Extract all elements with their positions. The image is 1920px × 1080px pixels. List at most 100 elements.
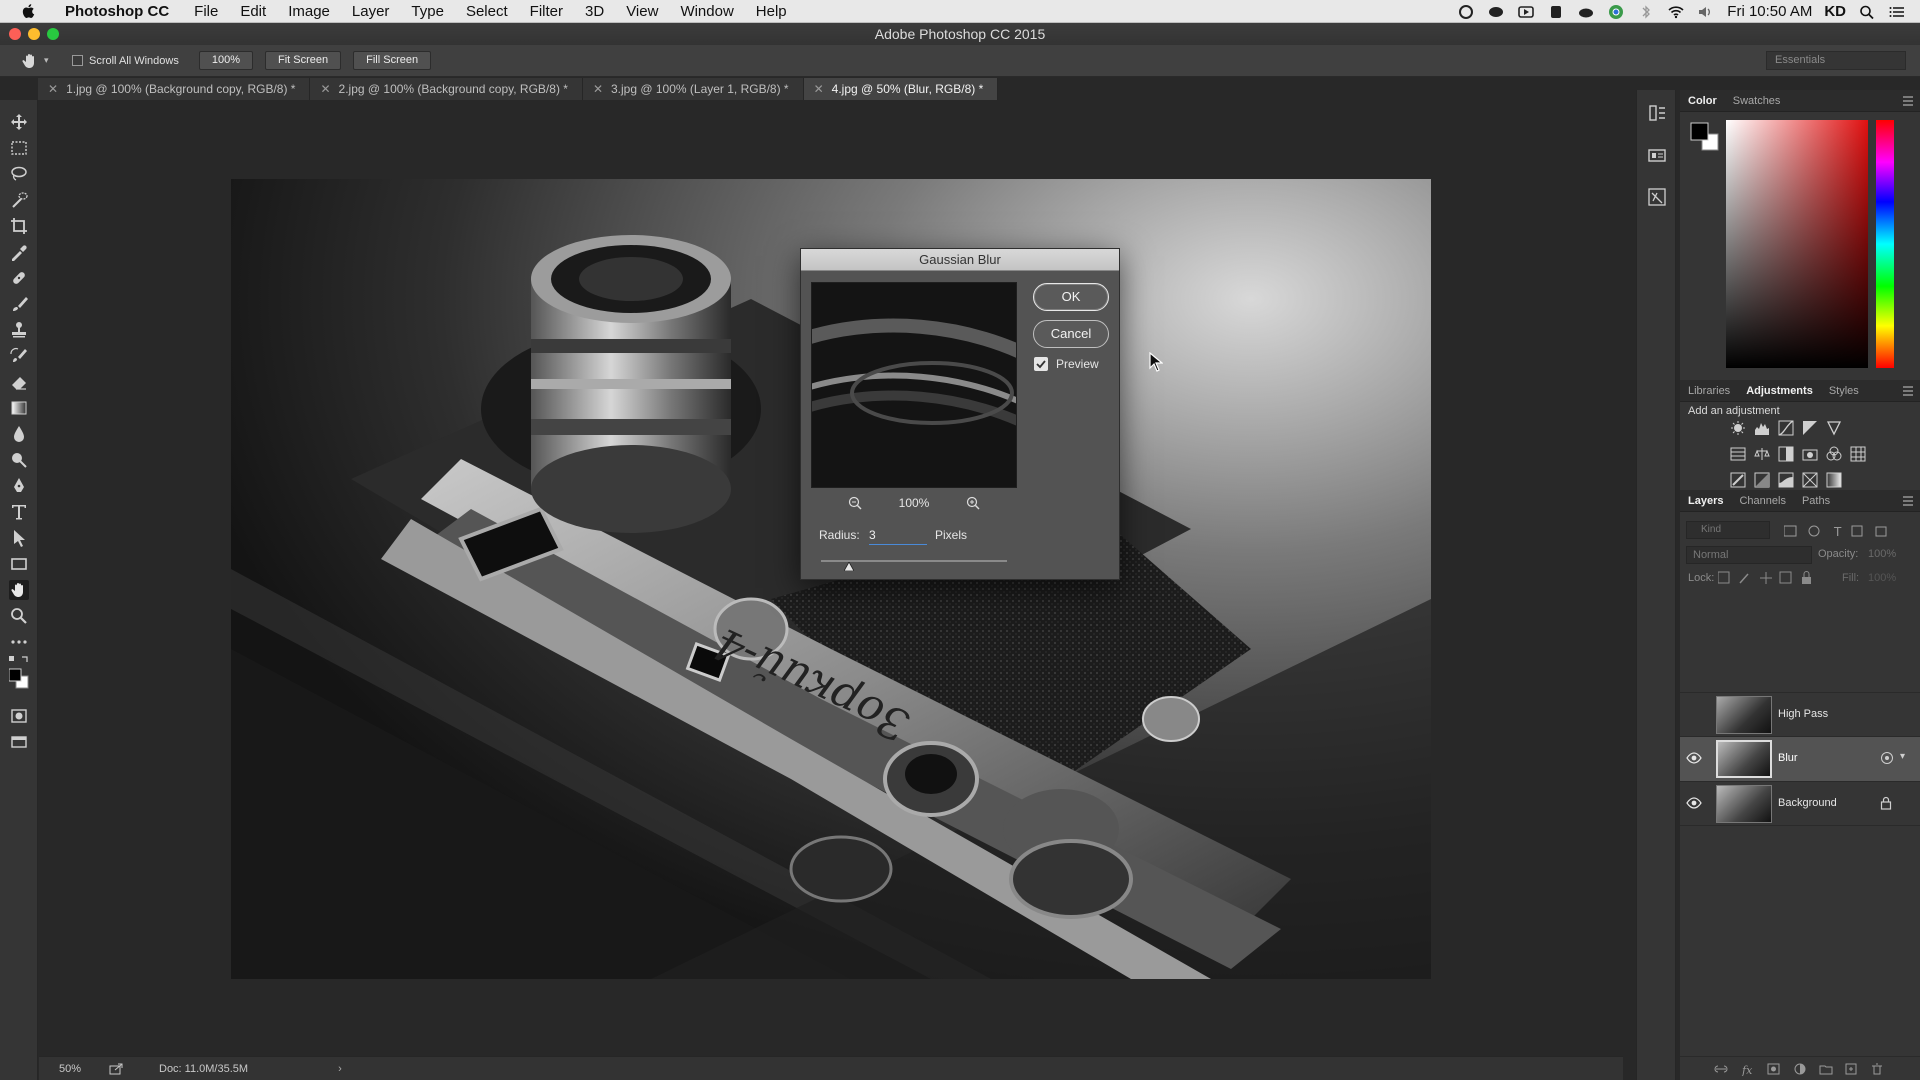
- menu-type[interactable]: Type: [400, 0, 455, 23]
- move-tool-icon[interactable]: [9, 112, 29, 132]
- lasso-tool-icon[interactable]: [9, 164, 29, 184]
- crop-tool-icon[interactable]: [9, 216, 29, 236]
- minimize-window-button[interactable]: [28, 28, 40, 40]
- levels-icon[interactable]: [1754, 420, 1770, 436]
- tab-paths[interactable]: Paths: [1794, 495, 1838, 507]
- evernote-icon[interactable]: [1547, 4, 1565, 20]
- eye-icon[interactable]: [1686, 752, 1702, 764]
- layer-row-selected[interactable]: Blur ▾: [1680, 736, 1920, 781]
- panel-menu-icon[interactable]: [1902, 495, 1914, 507]
- color-balance-icon[interactable]: [1754, 446, 1770, 462]
- layer-name[interactable]: Blur: [1778, 752, 1798, 764]
- close-tab-icon[interactable]: ✕: [593, 82, 603, 96]
- layer-filter-icons[interactable]: T: [1784, 524, 1894, 538]
- preview-checkbox[interactable]: Preview: [1034, 357, 1099, 371]
- brush-tool-icon[interactable]: [9, 294, 29, 314]
- menubar-clock[interactable]: Fri 10:50 AM: [1727, 3, 1812, 20]
- cancel-button[interactable]: Cancel: [1033, 320, 1109, 348]
- lock-options-icons[interactable]: [1718, 571, 1818, 585]
- layer-kind-filter[interactable]: Kind: [1686, 521, 1770, 539]
- smart-filter-icon[interactable]: [1880, 751, 1894, 765]
- menu-filter[interactable]: Filter: [519, 0, 574, 23]
- expand-caret-icon[interactable]: ▾: [1900, 751, 1905, 762]
- zoom-100-button[interactable]: 100%: [198, 51, 253, 70]
- channel-mixer-icon[interactable]: [1826, 446, 1842, 462]
- posterize-icon[interactable]: [1754, 472, 1770, 488]
- menubar-user[interactable]: KD: [1824, 3, 1846, 20]
- sync-icon[interactable]: [1487, 4, 1505, 20]
- type-tool-icon[interactable]: [9, 502, 29, 522]
- notification-center-icon[interactable]: [1888, 4, 1906, 20]
- tab-adjustments[interactable]: Adjustments: [1738, 385, 1821, 397]
- cloud-app-icon[interactable]: [1577, 4, 1595, 20]
- doc-tab[interactable]: ✕ 2.jpg @ 100% (Background copy, RGB/8) *: [310, 78, 583, 100]
- pen-tool-icon[interactable]: [9, 476, 29, 496]
- checkbox-box[interactable]: [72, 55, 83, 66]
- quick-selection-tool-icon[interactable]: [9, 190, 29, 210]
- fit-screen-button[interactable]: Fit Screen: [265, 51, 342, 70]
- dodge-tool-icon[interactable]: [9, 450, 29, 470]
- apple-icon[interactable]: [20, 2, 38, 20]
- brightness-contrast-icon[interactable]: [1730, 420, 1746, 436]
- layer-row[interactable]: Background: [1680, 781, 1920, 826]
- close-window-button[interactable]: [9, 28, 21, 40]
- layer-name[interactable]: Background: [1778, 797, 1837, 809]
- vibrance-icon[interactable]: [1826, 420, 1842, 436]
- menu-file[interactable]: File: [183, 0, 229, 23]
- hue-saturation-icon[interactable]: [1730, 446, 1746, 462]
- zoom-in-icon[interactable]: [965, 495, 981, 511]
- spotlight-search-icon[interactable]: [1858, 4, 1876, 20]
- menu-window[interactable]: Window: [669, 0, 744, 23]
- tab-swatches[interactable]: Swatches: [1725, 95, 1789, 107]
- hand-tool-icon[interactable]: [9, 580, 29, 600]
- zoom-tool-icon[interactable]: [9, 606, 29, 626]
- eyedropper-tool-icon[interactable]: [9, 242, 29, 262]
- share-icon[interactable]: [109, 1063, 123, 1075]
- volume-icon[interactable]: [1697, 4, 1715, 20]
- character-panel-icon[interactable]: [1646, 186, 1668, 208]
- quick-mask-icon[interactable]: [9, 706, 29, 726]
- history-panel-icon[interactable]: [1646, 102, 1668, 124]
- selective-color-icon[interactable]: [1802, 472, 1818, 488]
- threshold-icon[interactable]: [1778, 472, 1794, 488]
- status-expand-icon[interactable]: ›: [338, 1063, 342, 1075]
- photo-filter-icon[interactable]: [1802, 446, 1818, 462]
- dialog-title[interactable]: Gaussian Blur: [801, 249, 1119, 271]
- menu-edit[interactable]: Edit: [229, 0, 277, 23]
- black-white-icon[interactable]: [1778, 446, 1794, 462]
- layer-actions-icons[interactable]: fx: [1714, 1062, 1914, 1076]
- tab-layers[interactable]: Layers: [1680, 495, 1731, 507]
- clone-stamp-tool-icon[interactable]: [9, 320, 29, 340]
- creative-cloud-icon[interactable]: [1457, 4, 1475, 20]
- checkbox-checked[interactable]: [1034, 357, 1048, 371]
- blend-mode-select[interactable]: Normal: [1686, 546, 1812, 564]
- fg-bg-swatch-icon[interactable]: [1690, 122, 1720, 152]
- hue-slider[interactable]: [1876, 120, 1894, 368]
- menu-layer[interactable]: Layer: [341, 0, 401, 23]
- healing-brush-tool-icon[interactable]: [9, 268, 29, 288]
- more-tools-icon[interactable]: [9, 632, 29, 652]
- scroll-all-windows-checkbox[interactable]: Scroll All Windows: [72, 55, 179, 67]
- curves-icon[interactable]: [1778, 420, 1794, 436]
- fill-screen-button[interactable]: Fill Screen: [353, 51, 432, 70]
- menu-3d[interactable]: 3D: [574, 0, 615, 23]
- ok-button[interactable]: OK: [1033, 283, 1109, 311]
- history-brush-tool-icon[interactable]: [9, 346, 29, 366]
- visibility-toggle-off[interactable]: [1688, 707, 1702, 721]
- tool-preset-caret-icon[interactable]: ▾: [44, 55, 54, 66]
- tab-channels[interactable]: Channels: [1731, 495, 1793, 507]
- rectangle-tool-icon[interactable]: [9, 554, 29, 574]
- close-tab-icon[interactable]: ✕: [320, 82, 330, 96]
- menu-app-name[interactable]: Photoshop CC: [54, 0, 183, 23]
- screen-mode-icon[interactable]: [9, 732, 29, 752]
- menu-image[interactable]: Image: [277, 0, 341, 23]
- exposure-icon[interactable]: [1802, 420, 1818, 436]
- color-picker-field[interactable]: [1726, 120, 1868, 368]
- layer-row[interactable]: High Pass: [1680, 692, 1920, 736]
- blur-preview-window[interactable]: [811, 282, 1017, 488]
- workspace-switcher[interactable]: Essentials: [1766, 51, 1906, 70]
- doc-tab-active[interactable]: ✕ 4.jpg @ 50% (Blur, RGB/8) *: [803, 78, 999, 100]
- layer-name[interactable]: High Pass: [1778, 708, 1828, 720]
- menu-help[interactable]: Help: [745, 0, 798, 23]
- opacity-value[interactable]: 100%: [1868, 548, 1896, 560]
